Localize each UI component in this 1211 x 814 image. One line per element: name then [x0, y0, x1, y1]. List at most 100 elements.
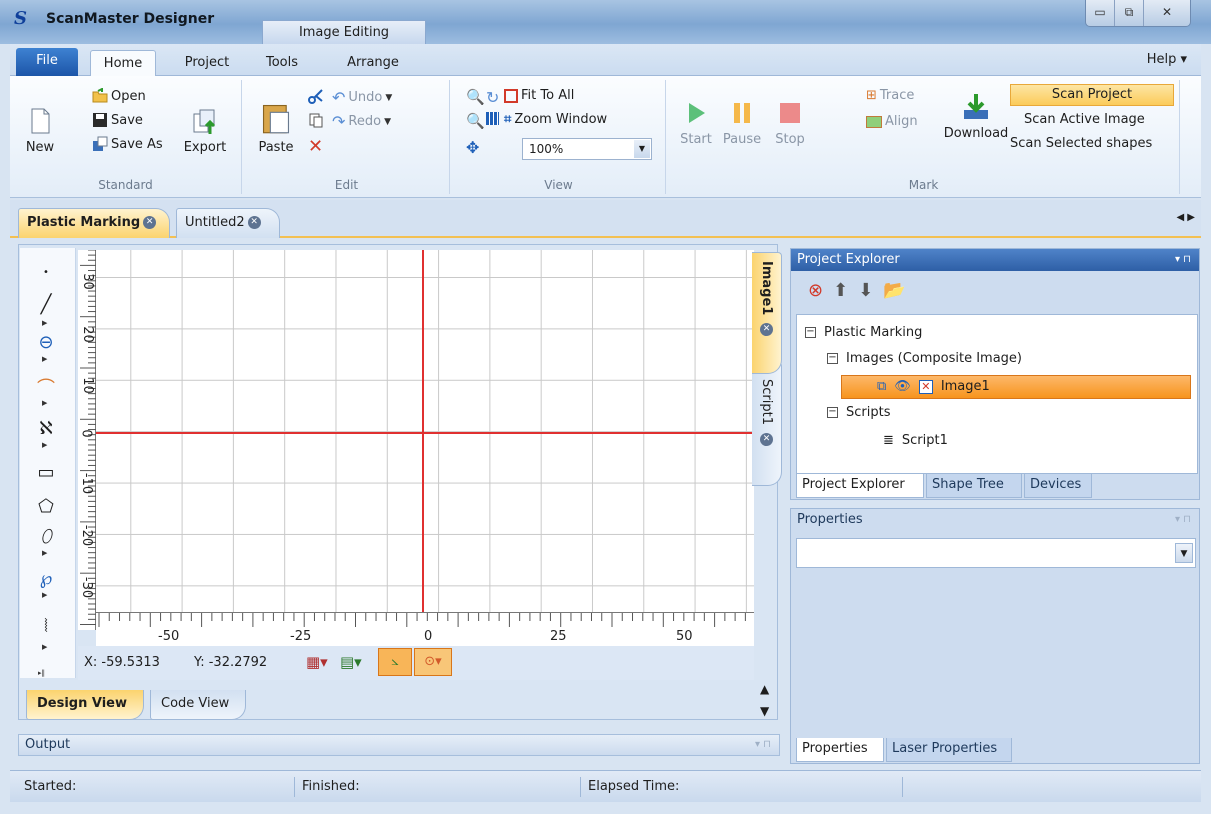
- pause-button[interactable]: Pause: [720, 98, 764, 147]
- copy-button[interactable]: [308, 112, 324, 128]
- pan-icon[interactable]: ✥: [466, 138, 479, 157]
- fit-to-all-button[interactable]: Fit To All: [504, 88, 574, 103]
- scroll-up-icon[interactable]: ▲: [760, 682, 769, 696]
- redo-button[interactable]: ↷ Redo ▼: [332, 112, 391, 131]
- toolbox-more-icon[interactable]: ▸‖: [38, 668, 46, 678]
- close-tab-icon[interactable]: ✕: [760, 432, 773, 446]
- open-button[interactable]: Open: [92, 88, 146, 104]
- curve-tool-icon[interactable]: ℘: [34, 568, 58, 590]
- tab-arrange[interactable]: Arrange: [338, 50, 408, 76]
- start-button[interactable]: Start: [676, 98, 716, 147]
- pin-icon[interactable]: ▾ ⊓: [1175, 249, 1191, 271]
- spiral-tool-icon[interactable]: ⦚: [34, 616, 58, 638]
- cut-button[interactable]: [308, 88, 324, 104]
- side-tab-image1[interactable]: Image1 ✕: [752, 252, 782, 374]
- close-button[interactable]: ✕: [1144, 0, 1190, 26]
- grid-button[interactable]: [486, 112, 499, 125]
- tab-scroll-arrows[interactable]: ◀ ▶: [1176, 212, 1195, 223]
- delete-icon[interactable]: ✕: [308, 136, 323, 157]
- tab-project-explorer[interactable]: Project Explorer: [796, 474, 924, 498]
- snap-options-icon[interactable]: ▤▾: [340, 653, 362, 671]
- zoom-level-select[interactable]: 100% ▼: [522, 138, 652, 160]
- collapse-icon[interactable]: −: [827, 407, 838, 418]
- paste-button[interactable]: Paste: [254, 100, 298, 155]
- expand-arrow-icon[interactable]: ▶: [42, 318, 50, 328]
- tree-node-script1[interactable]: ≣ Script1: [883, 433, 948, 448]
- scan-active-image-button[interactable]: Scan Active Image: [1024, 112, 1145, 127]
- close-tab-icon[interactable]: ✕: [247, 216, 261, 229]
- move-up-icon[interactable]: ⬆: [833, 280, 848, 301]
- remove-icon[interactable]: ⊗: [808, 280, 823, 301]
- zoom-window-button[interactable]: ⌗ Zoom Window: [504, 112, 607, 127]
- expand-arrow-icon[interactable]: ▶: [42, 548, 50, 558]
- tab-shape-tree[interactable]: Shape Tree: [926, 474, 1022, 498]
- save-button[interactable]: Save: [92, 112, 143, 128]
- save-as-button[interactable]: Save As: [92, 136, 163, 152]
- move-down-icon[interactable]: ⬇: [858, 280, 873, 301]
- drawing-canvas[interactable]: [96, 250, 754, 612]
- scan-selected-shapes-button[interactable]: Scan Selected shapes: [1010, 136, 1152, 151]
- zoom-out-button[interactable]: 🔍: [466, 112, 485, 130]
- doc-tab-plastic-marking[interactable]: Plastic Marking ✕: [18, 208, 170, 238]
- download-button[interactable]: Download: [940, 92, 1012, 141]
- doc-tab-untitled2[interactable]: Untitled2 ✕: [176, 208, 280, 238]
- undo-button[interactable]: ↶ Undo ▼: [332, 88, 392, 107]
- collapse-icon[interactable]: −: [827, 353, 838, 364]
- expand-arrow-icon[interactable]: ▶: [42, 642, 50, 652]
- tree-node-scripts[interactable]: − Scripts: [827, 405, 890, 420]
- context-tab-image-editing[interactable]: Image Editing: [262, 20, 426, 44]
- trace-button[interactable]: ⊞ Trace: [866, 88, 914, 103]
- output-panel-header[interactable]: Output ▾ ⊓: [18, 734, 780, 756]
- tree-node-images[interactable]: − Images (Composite Image): [827, 351, 1022, 366]
- maximize-button[interactable]: ⧉: [1115, 0, 1144, 26]
- point-tool-icon[interactable]: •: [34, 262, 58, 284]
- tab-tools[interactable]: Tools: [254, 50, 310, 76]
- snap-to-grid-icon[interactable]: ⦣: [378, 648, 412, 676]
- tree-node-image1[interactable]: ⧉ 👁 ✕ Image1: [877, 379, 990, 394]
- close-tab-icon[interactable]: ✕: [143, 216, 157, 229]
- help-menu[interactable]: Help ▾: [1147, 52, 1187, 67]
- ellipse-tool-icon[interactable]: ⬯: [34, 526, 58, 548]
- align-button[interactable]: Align: [866, 114, 918, 129]
- collapse-icon[interactable]: −: [805, 327, 816, 338]
- properties-object-select[interactable]: ▼: [796, 538, 1196, 568]
- tab-home[interactable]: Home: [90, 50, 156, 77]
- expand-arrow-icon[interactable]: ▶: [42, 590, 50, 600]
- line-tool-icon[interactable]: ╱: [34, 294, 58, 316]
- circle-tool-icon[interactable]: ⊖: [34, 332, 58, 354]
- rotate-button[interactable]: ↻: [486, 88, 499, 107]
- file-tab[interactable]: File: [16, 48, 78, 76]
- code-view-tab[interactable]: Code View: [150, 690, 247, 720]
- close-tab-icon[interactable]: ✕: [760, 323, 773, 337]
- pin-icon[interactable]: ▾ ⊓: [1175, 509, 1191, 531]
- scroll-down-icon[interactable]: ▼: [760, 704, 769, 718]
- expand-arrow-icon[interactable]: ▶: [42, 398, 50, 408]
- zoom-in-button[interactable]: 🔍: [466, 88, 485, 106]
- visibility-eye-icon[interactable]: 👁: [894, 379, 911, 394]
- arc-tool-icon[interactable]: ⌒: [34, 378, 58, 400]
- expand-arrow-icon[interactable]: ▶: [42, 354, 50, 364]
- pin-icon[interactable]: ▾ ⊓: [755, 735, 771, 755]
- tab-properties[interactable]: Properties: [796, 738, 884, 762]
- scan-project-button[interactable]: Scan Project: [1010, 84, 1174, 106]
- new-button[interactable]: New: [20, 106, 60, 155]
- tree-node-project[interactable]: − Plastic Marking: [805, 325, 922, 340]
- expand-arrow-icon[interactable]: ▶: [42, 440, 50, 450]
- tab-laser-properties[interactable]: Laser Properties: [886, 738, 1012, 762]
- open-folder-icon[interactable]: 📂: [883, 280, 905, 301]
- stop-button[interactable]: Stop: [770, 98, 810, 147]
- text-tool-icon[interactable]: ℵ: [34, 418, 58, 440]
- minimize-button[interactable]: ▭: [1086, 0, 1115, 26]
- polygon-tool-icon[interactable]: ⬠: [34, 496, 58, 518]
- export-button[interactable]: Export: [178, 106, 232, 155]
- undo-dropdown-icon[interactable]: ▼: [385, 93, 392, 103]
- redo-dropdown-icon[interactable]: ▼: [384, 117, 391, 127]
- tab-devices[interactable]: Devices: [1024, 474, 1092, 498]
- snap-to-point-icon[interactable]: ⊙▾: [414, 648, 452, 676]
- disable-marking-icon[interactable]: ✕: [918, 379, 933, 394]
- rectangle-tool-icon[interactable]: ▭: [34, 462, 58, 484]
- tab-project[interactable]: Project: [172, 50, 242, 76]
- side-tab-script1[interactable]: Script1 ✕: [752, 362, 782, 486]
- design-view-tab[interactable]: Design View: [26, 690, 145, 720]
- grid-options-icon[interactable]: ▦▾: [306, 653, 328, 671]
